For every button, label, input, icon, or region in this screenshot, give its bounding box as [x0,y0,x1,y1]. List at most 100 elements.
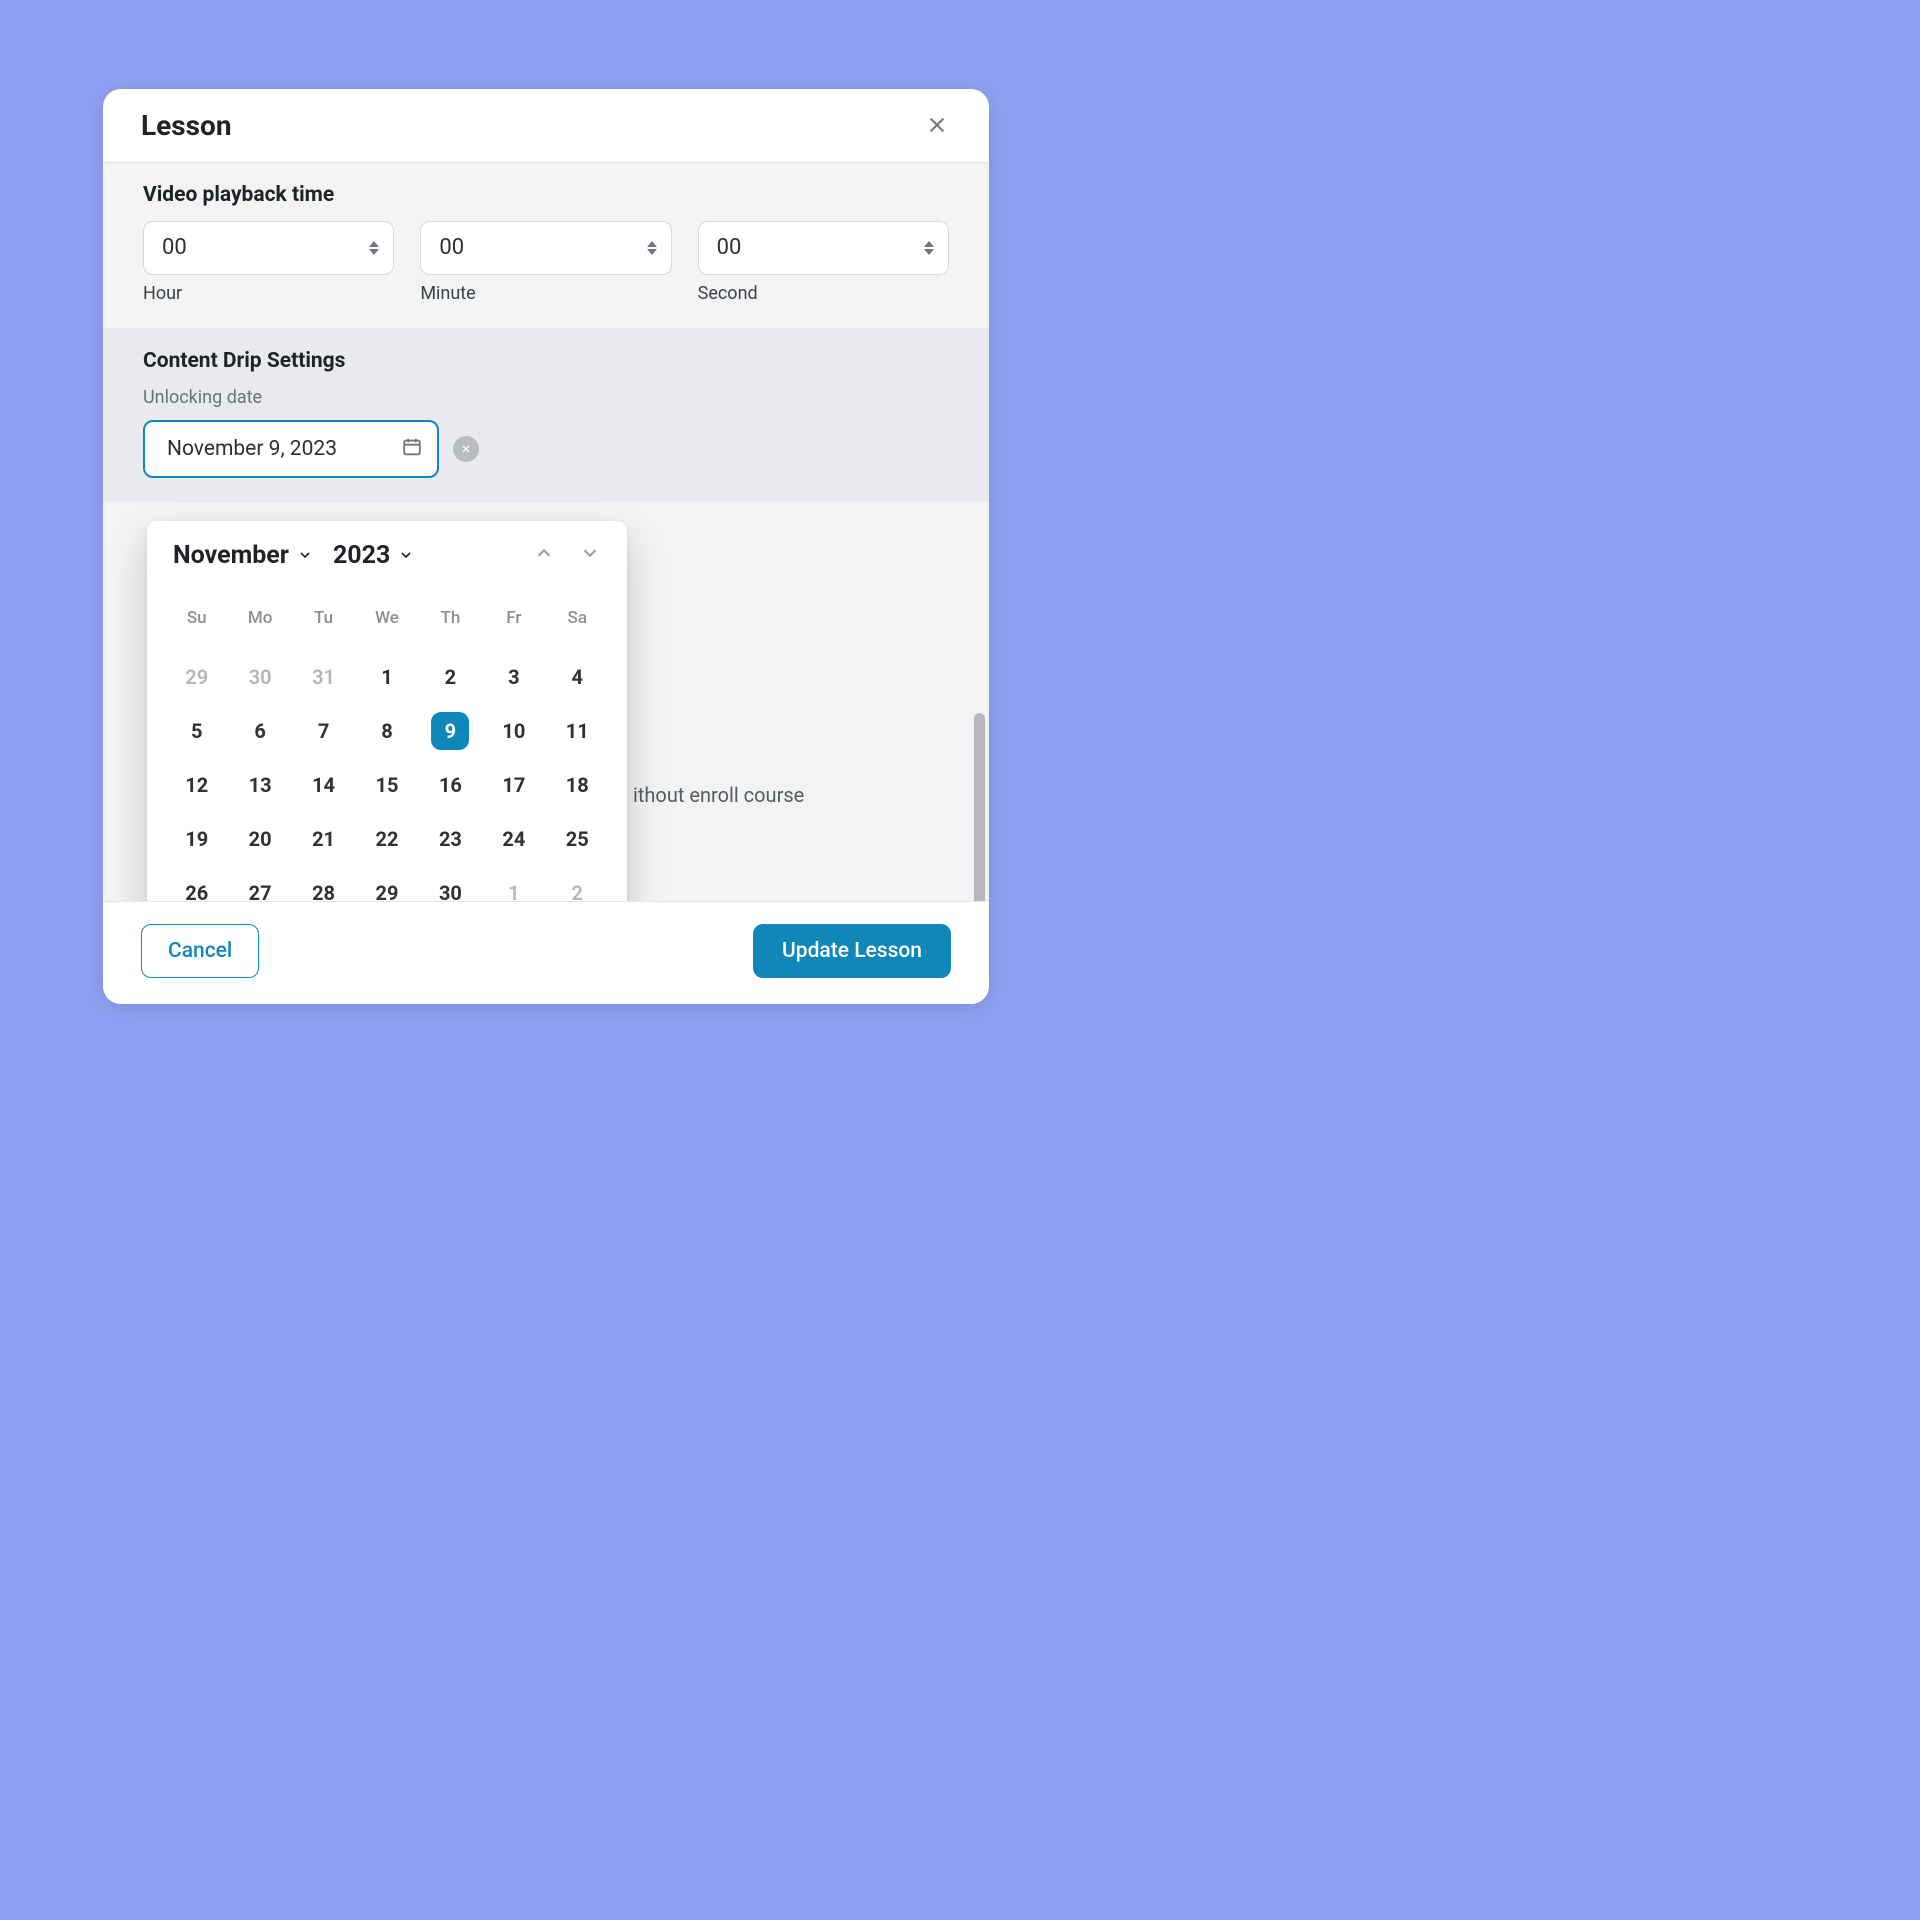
calendar-icon [401,436,423,462]
datepicker-dow: Tu [292,594,355,646]
datepicker-day[interactable]: 31 [292,654,355,700]
chevron-down-icon [398,541,414,570]
datepicker-day[interactable]: 10 [482,708,545,754]
prev-month-button[interactable] [533,542,555,568]
cancel-button[interactable]: Cancel [141,924,259,978]
second-spin[interactable] [920,234,938,262]
datepicker-day[interactable]: 15 [355,762,418,808]
datepicker-nav [533,542,601,568]
second-value: 00 [717,235,742,260]
lesson-modal: Lesson Video playback time 00 Hour 00 [103,89,989,1004]
datepicker-dow: Fr [482,594,545,646]
chevron-down-icon [297,541,313,570]
update-lesson-button[interactable]: Update Lesson [753,924,951,978]
datepicker-dow: Th [419,594,482,646]
datepicker-day[interactable]: 3 [482,654,545,700]
hour-col: 00 Hour [143,221,394,304]
second-label: Second [698,283,949,304]
datepicker-day[interactable]: 27 [228,870,291,901]
scrollbar[interactable] [974,713,985,901]
minute-col: 00 Minute [420,221,671,304]
hour-stepper[interactable]: 00 [143,221,394,275]
year-select[interactable]: 2023 [333,541,414,570]
datepicker-day[interactable]: 5 [165,708,228,754]
datepicker-day[interactable]: 30 [228,654,291,700]
unlocking-date-label: Unlocking date [143,387,949,408]
datepicker-day[interactable]: 18 [546,762,609,808]
datepicker-day[interactable]: 23 [419,816,482,862]
minute-spin[interactable] [643,234,661,262]
datepicker-day[interactable]: 19 [165,816,228,862]
minute-label: Minute [420,283,671,304]
unlocking-date-input[interactable]: November 9, 2023 [143,420,439,478]
drip-section-title: Content Drip Settings [143,349,949,373]
datepicker-day[interactable]: 25 [546,816,609,862]
modal-body: Video playback time 00 Hour 00 Minute [103,163,989,901]
datepicker-day[interactable]: 29 [165,654,228,700]
content-drip-section: Content Drip Settings Unlocking date Nov… [103,329,989,502]
second-stepper[interactable]: 00 [698,221,949,275]
unlocking-date-value: November 9, 2023 [167,437,337,461]
time-row: 00 Hour 00 Minute 00 [143,221,949,304]
chevron-down-icon [647,249,657,255]
datepicker-day-selected[interactable]: 9 [431,712,469,750]
datepicker-day[interactable]: 1 [482,870,545,901]
datepicker-dow: Su [165,594,228,646]
modal-footer: Cancel Update Lesson [103,901,989,1004]
datepicker-day[interactable]: 14 [292,762,355,808]
date-row: November 9, 2023 [143,420,949,478]
datepicker-day[interactable]: 8 [355,708,418,754]
datepicker-day[interactable]: 21 [292,816,355,862]
preview-note-tail: ithout enroll course [633,783,804,807]
video-playback-section: Video playback time 00 Hour 00 Minute [103,163,989,329]
datepicker-day[interactable]: 16 [419,762,482,808]
month-label: November [173,541,289,570]
modal-header: Lesson [103,89,989,163]
datepicker-day[interactable]: 17 [482,762,545,808]
hour-spin[interactable] [365,234,383,262]
datepicker-day[interactable]: 7 [292,708,355,754]
hour-label: Hour [143,283,394,304]
chevron-up-icon [533,542,555,564]
datepicker-day[interactable]: 12 [165,762,228,808]
hour-value: 00 [162,235,187,260]
datepicker-day[interactable]: 11 [546,708,609,754]
close-icon [926,114,948,136]
video-section-title: Video playback time [143,183,949,207]
chevron-up-icon [369,241,379,247]
chevron-down-icon [924,249,934,255]
chevron-up-icon [647,241,657,247]
datepicker-day[interactable]: 29 [355,870,418,901]
chevron-up-icon [924,241,934,247]
datepicker-header: November 2023 [159,541,615,588]
next-month-button[interactable] [579,542,601,568]
chevron-down-icon [579,542,601,564]
datepicker-day[interactable]: 20 [228,816,291,862]
datepicker-dow: We [355,594,418,646]
minute-stepper[interactable]: 00 [420,221,671,275]
month-select[interactable]: November [173,541,313,570]
datepicker-day[interactable]: 6 [228,708,291,754]
second-col: 00 Second [698,221,949,304]
datepicker-day[interactable]: 2 [546,870,609,901]
minute-value: 00 [439,235,464,260]
datepicker-dow: Mo [228,594,291,646]
datepicker-day[interactable]: 13 [228,762,291,808]
datepicker-day[interactable]: 1 [355,654,418,700]
modal-title: Lesson [141,109,232,142]
datepicker-day[interactable]: 30 [419,870,482,901]
year-label: 2023 [333,541,390,570]
close-button[interactable] [923,111,951,139]
datepicker-day[interactable]: 22 [355,816,418,862]
datepicker-dow: Sa [546,594,609,646]
close-icon [460,443,472,455]
datepicker-day[interactable]: 28 [292,870,355,901]
datepicker-day[interactable]: 2 [419,654,482,700]
clear-date-button[interactable] [453,436,479,462]
datepicker-day[interactable]: 26 [165,870,228,901]
datepicker-grid: SuMoTuWeThFrSa29303112345678910111213141… [159,588,615,901]
datepicker-day[interactable]: 4 [546,654,609,700]
datepicker-popover: November 2023 SuMoTuWeThFrSa293031123456… [147,521,627,901]
datepicker-day[interactable]: 24 [482,816,545,862]
chevron-down-icon [369,249,379,255]
